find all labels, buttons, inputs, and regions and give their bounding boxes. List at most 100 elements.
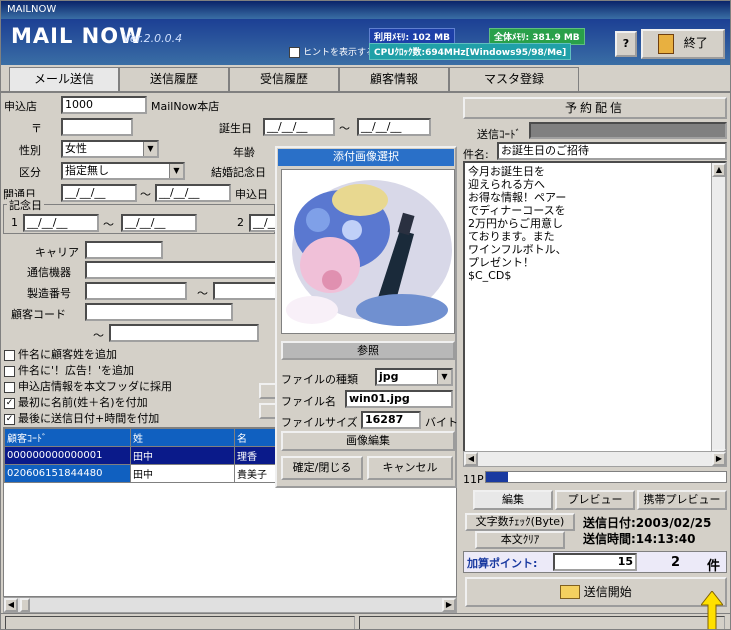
- birthday-to-field[interactable]: __/__/__: [357, 118, 431, 136]
- clear-body-button[interactable]: 本文ｸﾘｱ: [475, 531, 565, 549]
- status-bar: [1, 613, 730, 629]
- body-line: $C_CD$: [468, 269, 512, 282]
- send-start-button[interactable]: 送信開始: [465, 577, 727, 607]
- body-line: 迎えられる方へ: [468, 178, 545, 191]
- scroll-left-icon[interactable]: ◀: [4, 598, 18, 612]
- cell-surname[interactable]: 田中: [130, 464, 235, 483]
- image-edit-button[interactable]: 画像編集: [281, 431, 455, 451]
- scheduled-delivery-button[interactable]: 予約配信: [463, 97, 727, 119]
- attached-image-preview: [281, 169, 455, 334]
- memorial-1-label: 1: [11, 216, 18, 229]
- serial-to-field[interactable]: [213, 282, 277, 300]
- table-row[interactable]: 000000000000001 田中 理香: [4, 446, 304, 465]
- mail-send-icon: [560, 585, 581, 599]
- cell-customer-code[interactable]: 000000000000001: [4, 446, 131, 465]
- mail-body-textarea[interactable]: 今月お誕生日を 迎えられる方へ お得な情報！ペアー でディナーコースを 2万円か…: [463, 161, 727, 467]
- subject-field[interactable]: お誕生日のご招待: [497, 142, 727, 160]
- hint-checkbox[interactable]: ✓ ヒントを表示する: [289, 45, 375, 58]
- cell-surname[interactable]: 田中: [130, 446, 235, 465]
- send-code-field: [529, 122, 727, 139]
- class-select[interactable]: 指定無し ▼: [61, 162, 185, 180]
- cell-customer-code[interactable]: 020606151844480: [4, 464, 131, 483]
- chevron-down-icon[interactable]: ▼: [437, 370, 451, 384]
- birthday-tilde: 〜: [339, 122, 350, 135]
- body-horizontal-scrollbar[interactable]: ◀ ▶: [463, 451, 727, 467]
- browse-button[interactable]: 参照: [281, 341, 455, 360]
- title-bar: MAILNOW: [1, 1, 730, 19]
- customer-code-from-field[interactable]: [85, 303, 233, 321]
- tab-edit[interactable]: 編集: [473, 490, 553, 510]
- scroll-left-icon[interactable]: ◀: [464, 452, 478, 466]
- checkbox-add-ad-tag[interactable]: 件名に'！広告！'を追加: [4, 362, 135, 377]
- file-name-field[interactable]: win01.jpg: [345, 390, 453, 408]
- checkbox-add-name-first[interactable]: ✓ 最初に名前(姓＋名)を付加: [4, 394, 148, 409]
- cancel-button[interactable]: キャンセル: [367, 456, 453, 480]
- body-line: 今月お誕生日を: [468, 165, 545, 178]
- header-surname[interactable]: 姓: [130, 428, 235, 447]
- tab-customer-info[interactable]: 顧客情報: [339, 67, 449, 91]
- gender-value: 女性: [65, 142, 87, 155]
- vertical-scrollbar[interactable]: ▲ ▼: [711, 163, 726, 463]
- open-date-from-field[interactable]: __/__/__: [61, 184, 137, 202]
- send-start-label: 送信開始: [583, 585, 632, 599]
- confirm-close-button[interactable]: 確定/閉じる: [281, 456, 363, 480]
- birthday-from-field[interactable]: __/__/__: [263, 118, 335, 136]
- tab-master-registration[interactable]: マスタ登録: [449, 67, 579, 91]
- hint-check-icon[interactable]: ✓: [289, 47, 300, 58]
- wine-bouquet-image: [282, 170, 454, 333]
- tab-send-history[interactable]: 送信履歴: [119, 67, 229, 91]
- scroll-up-icon[interactable]: ▲: [712, 163, 726, 177]
- tab-mail-send[interactable]: メール送信: [9, 67, 119, 91]
- tab-mobile-preview[interactable]: 携帯プレビュー: [637, 490, 727, 510]
- hint-label: ヒントを表示する: [303, 48, 376, 58]
- horizontal-scrollbar[interactable]: ◀ ▶: [3, 597, 457, 613]
- open-date-to-field[interactable]: __/__/__: [155, 184, 231, 202]
- status-pane-left: [5, 616, 355, 629]
- device-field[interactable]: [85, 261, 277, 279]
- chevron-down-icon[interactable]: ▼: [169, 164, 183, 178]
- checkbox-label: 件名に'！広告！'を追加: [18, 364, 135, 377]
- checkbox-add-surname[interactable]: 件名に顧客姓を追加: [4, 346, 117, 361]
- memorial-2-from-field[interactable]: __/__/__: [249, 214, 277, 232]
- chevron-down-icon[interactable]: ▼: [143, 142, 157, 156]
- memorial-1-to-field[interactable]: __/__/__: [121, 214, 197, 232]
- carrier-field[interactable]: [85, 241, 163, 259]
- checkbox-add-datetime-last[interactable]: ✓ 最後に送信日付+時間を付加: [4, 410, 160, 425]
- file-name-label: ファイル名: [281, 395, 336, 408]
- pointer-arrow-icon: [701, 591, 723, 629]
- points-field[interactable]: 15: [553, 553, 637, 571]
- device-label: 通信機器: [27, 266, 71, 279]
- file-type-select[interactable]: jpg ▼: [375, 368, 453, 386]
- gender-select[interactable]: 女性 ▼: [61, 140, 159, 158]
- send-date: 送信日付:2003/02/25: [583, 516, 712, 530]
- birthday-label: 誕生日: [219, 122, 252, 135]
- zip-field[interactable]: [61, 118, 133, 136]
- checkbox-label: 最後に送信日付+時間を付加: [18, 412, 160, 425]
- checkbox-icon[interactable]: [4, 349, 15, 361]
- progress-label: 11P: [463, 473, 484, 486]
- scroll-thumb[interactable]: [20, 598, 30, 612]
- table-row[interactable]: 020606151844480 田中 貴美子: [4, 464, 304, 483]
- memorial-tilde: 〜: [103, 218, 114, 231]
- count-value: 2: [671, 555, 681, 570]
- scroll-right-icon[interactable]: ▶: [712, 452, 726, 466]
- tab-receive-history[interactable]: 受信履歴: [229, 67, 339, 91]
- scroll-right-icon[interactable]: ▶: [442, 598, 456, 612]
- file-size-label: ファイルサイズ: [281, 416, 358, 429]
- checkbox-icon[interactable]: [4, 365, 15, 377]
- serial-from-field[interactable]: [85, 282, 187, 300]
- tab-preview[interactable]: プレビュー: [555, 490, 635, 510]
- checkmark-icon[interactable]: ✓: [4, 413, 15, 425]
- points-label: 加算ポイント:: [467, 557, 538, 570]
- checkbox-store-footer[interactable]: 申込店情報を本文フッダに採用: [4, 378, 172, 393]
- help-button[interactable]: ?: [615, 31, 637, 57]
- exit-button[interactable]: 終了: [641, 29, 725, 59]
- memorial-1-from-field[interactable]: __/__/__: [23, 214, 99, 232]
- char-count-button[interactable]: 文字数ﾁｪｯｸ(Byte): [465, 513, 575, 531]
- header-customer-code[interactable]: 顧客ｺｰﾄﾞ: [4, 428, 131, 447]
- store-code-field[interactable]: 1000: [61, 96, 147, 114]
- customer-code-to-field[interactable]: [109, 324, 259, 342]
- class-label: 区分: [19, 166, 41, 179]
- checkmark-icon[interactable]: ✓: [4, 397, 15, 409]
- checkbox-icon[interactable]: [4, 381, 15, 393]
